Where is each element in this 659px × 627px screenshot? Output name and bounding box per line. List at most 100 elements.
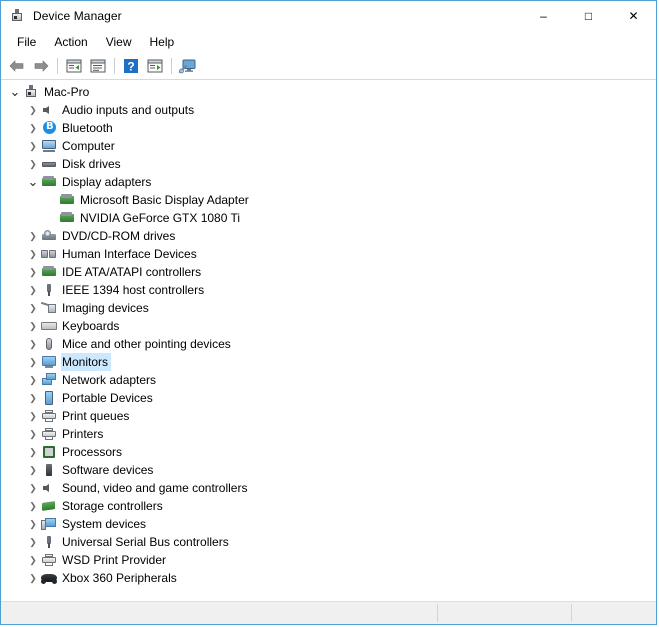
processor-icon	[41, 444, 57, 460]
tree-item-audio-inputs-and-outputs[interactable]: ❯ Audio inputs and outputs	[1, 101, 656, 119]
chevron-right-icon[interactable]: ❯	[25, 101, 41, 119]
tree-item-label: IDE ATA/ATAPI controllers	[62, 265, 202, 279]
tree-item-sound-video-and-game-controllers[interactable]: ❯ Sound, video and game controllers	[1, 479, 656, 497]
chevron-right-icon[interactable]: ❯	[25, 443, 41, 461]
tree-item-computer[interactable]: ❯ Computer	[1, 137, 656, 155]
tree-item-network-adapters[interactable]: ❯ Network adapters	[1, 371, 656, 389]
separator-3	[171, 58, 172, 74]
chevron-down-icon[interactable]: ⌄	[25, 173, 41, 191]
close-button[interactable]: ✕	[611, 1, 656, 31]
toolbar: ?	[1, 53, 656, 80]
scan-hardware-changes-button[interactable]	[143, 55, 167, 77]
chevron-right-icon[interactable]: ❯	[25, 389, 41, 407]
title-bar: Device Manager – □ ✕	[1, 1, 656, 31]
menu-file[interactable]: File	[8, 33, 45, 51]
chevron-right-icon[interactable]: ❯	[25, 425, 41, 443]
tree-item-keyboards[interactable]: ❯ Keyboards	[1, 317, 656, 335]
tree-item-portable-devices[interactable]: ❯ Portable Devices	[1, 389, 656, 407]
tree-item-disk-drives[interactable]: ❯ Disk drives	[1, 155, 656, 173]
tree-item-imaging-devices[interactable]: ❯ Imaging devices	[1, 299, 656, 317]
system-device-icon	[41, 516, 57, 532]
chevron-right-icon[interactable]: ❯	[25, 551, 41, 569]
menu-view[interactable]: View	[97, 33, 141, 51]
console-tree-icon	[65, 57, 83, 75]
software-device-icon	[41, 462, 57, 478]
mouse-icon	[41, 336, 57, 352]
show-hide-console-tree-button[interactable]	[62, 55, 86, 77]
storage-controller-icon	[41, 498, 57, 514]
tree-item-label: System devices	[62, 517, 147, 531]
chevron-right-icon[interactable]: ❯	[25, 569, 41, 587]
separator-2	[114, 58, 115, 74]
dvd-drive-icon	[41, 228, 57, 244]
disk-drive-icon	[41, 156, 57, 172]
tree-item-nvidia-geforce-gtx-1080-ti[interactable]: NVIDIA GeForce GTX 1080 Ti	[1, 209, 656, 227]
tree-item-print-queues[interactable]: ❯ Print queues	[1, 407, 656, 425]
tree-item-dvd-cd-rom-drives[interactable]: ❯ DVD/CD-ROM drives	[1, 227, 656, 245]
chevron-right-icon[interactable]: ❯	[25, 515, 41, 533]
maximize-button[interactable]: □	[566, 1, 611, 31]
tree-item-software-devices[interactable]: ❯ Software devices	[1, 461, 656, 479]
tree-item-universal-serial-bus-controllers[interactable]: ❯ Universal Serial Bus controllers	[1, 533, 656, 551]
tree-item-label: IEEE 1394 host controllers	[62, 283, 205, 297]
bluetooth-icon: B	[41, 120, 57, 136]
tree-item-ide-ata-atapi-controllers[interactable]: ❯ IDE ATA/ATAPI controllers	[1, 263, 656, 281]
device-tree-pane[interactable]: ⌄ Mac-Pro ❯ Audio inputs and outputs ❯ B Bluet…	[1, 80, 656, 601]
tree-item-human-interface-devices[interactable]: ❯ Human Interface Devices	[1, 245, 656, 263]
forward-button[interactable]	[29, 55, 53, 77]
computer-icon	[41, 138, 57, 154]
update-driver-button[interactable]	[176, 55, 200, 77]
tree-item-ieee-1394-host-controllers[interactable]: ❯ IEEE 1394 host controllers	[1, 281, 656, 299]
chevron-right-icon[interactable]: ❯	[25, 245, 41, 263]
monitor-icon	[41, 354, 57, 370]
chevron-right-icon[interactable]: ❯	[25, 119, 41, 137]
tree-item-label: Software devices	[62, 463, 154, 477]
chevron-right-icon[interactable]: ❯	[25, 353, 41, 371]
chevron-right-icon[interactable]: ❯	[25, 335, 41, 353]
chevron-right-icon[interactable]: ❯	[25, 263, 41, 281]
device-tree: ⌄ Mac-Pro ❯ Audio inputs and outputs ❯ B Bluet…	[1, 83, 656, 601]
imaging-device-icon	[40, 300, 57, 316]
tree-item-processors[interactable]: ❯ Processors	[1, 443, 656, 461]
display-adapter-icon	[59, 192, 75, 208]
speaker-icon	[41, 102, 57, 118]
tree-item-label: Sound, video and game controllers	[62, 481, 248, 495]
tree-item-storage-controllers[interactable]: ❯ Storage controllers	[1, 497, 656, 515]
chevron-right-icon[interactable]: ❯	[25, 281, 41, 299]
display-adapter-icon	[41, 174, 57, 190]
chevron-right-icon[interactable]: ❯	[25, 227, 41, 245]
tree-item-display-adapters[interactable]: ⌄ Display adapters	[1, 173, 656, 191]
tree-item-label: Human Interface Devices	[62, 247, 197, 261]
menu-help[interactable]: Help	[141, 33, 184, 51]
minimize-button[interactable]: –	[521, 1, 566, 31]
tree-item-system-devices[interactable]: ❯ System devices	[1, 515, 656, 533]
back-button[interactable]	[5, 55, 29, 77]
chevron-right-icon[interactable]: ❯	[25, 407, 41, 425]
tree-item-mice-and-other-pointing-devices[interactable]: ❯ Mice and other pointing devices	[1, 335, 656, 353]
tree-item-label: Audio inputs and outputs	[62, 103, 195, 117]
tree-item-monitors[interactable]: ❯ Monitors	[1, 353, 656, 371]
chevron-right-icon[interactable]: ❯	[25, 497, 41, 515]
chevron-right-icon[interactable]: ❯	[25, 155, 41, 173]
chevron-right-icon[interactable]: ❯	[25, 371, 41, 389]
chevron-right-icon[interactable]: ❯	[25, 317, 41, 335]
tree-item-microsoft-basic-display-adapter[interactable]: Microsoft Basic Display Adapter	[1, 191, 656, 209]
chevron-right-icon[interactable]: ❯	[25, 137, 41, 155]
portable-device-icon	[41, 390, 57, 406]
ide-controller-icon	[41, 264, 57, 280]
tree-item-wsd-print-provider[interactable]: ❯ WSD Print Provider	[1, 551, 656, 569]
chevron-right-icon[interactable]: ❯	[25, 461, 41, 479]
chevron-right-icon[interactable]: ❯	[25, 479, 41, 497]
chevron-right-icon[interactable]: ❯	[25, 533, 41, 551]
tree-item-xbox-360-peripherals[interactable]: ❯ Xbox 360 Peripherals	[1, 569, 656, 587]
tree-item-printers[interactable]: ❯ Printers	[1, 425, 656, 443]
tree-item-mac-pro[interactable]: ⌄ Mac-Pro	[1, 83, 656, 101]
help-button[interactable]: ?	[119, 55, 143, 77]
printer-icon	[41, 552, 57, 568]
tree-item-bluetooth[interactable]: ❯ B Bluetooth	[1, 119, 656, 137]
chevron-down-icon[interactable]: ⌄	[7, 83, 23, 101]
properties-button[interactable]	[86, 55, 110, 77]
menu-action[interactable]: Action	[45, 33, 96, 51]
usb-icon	[41, 534, 57, 550]
chevron-right-icon[interactable]: ❯	[25, 299, 41, 317]
